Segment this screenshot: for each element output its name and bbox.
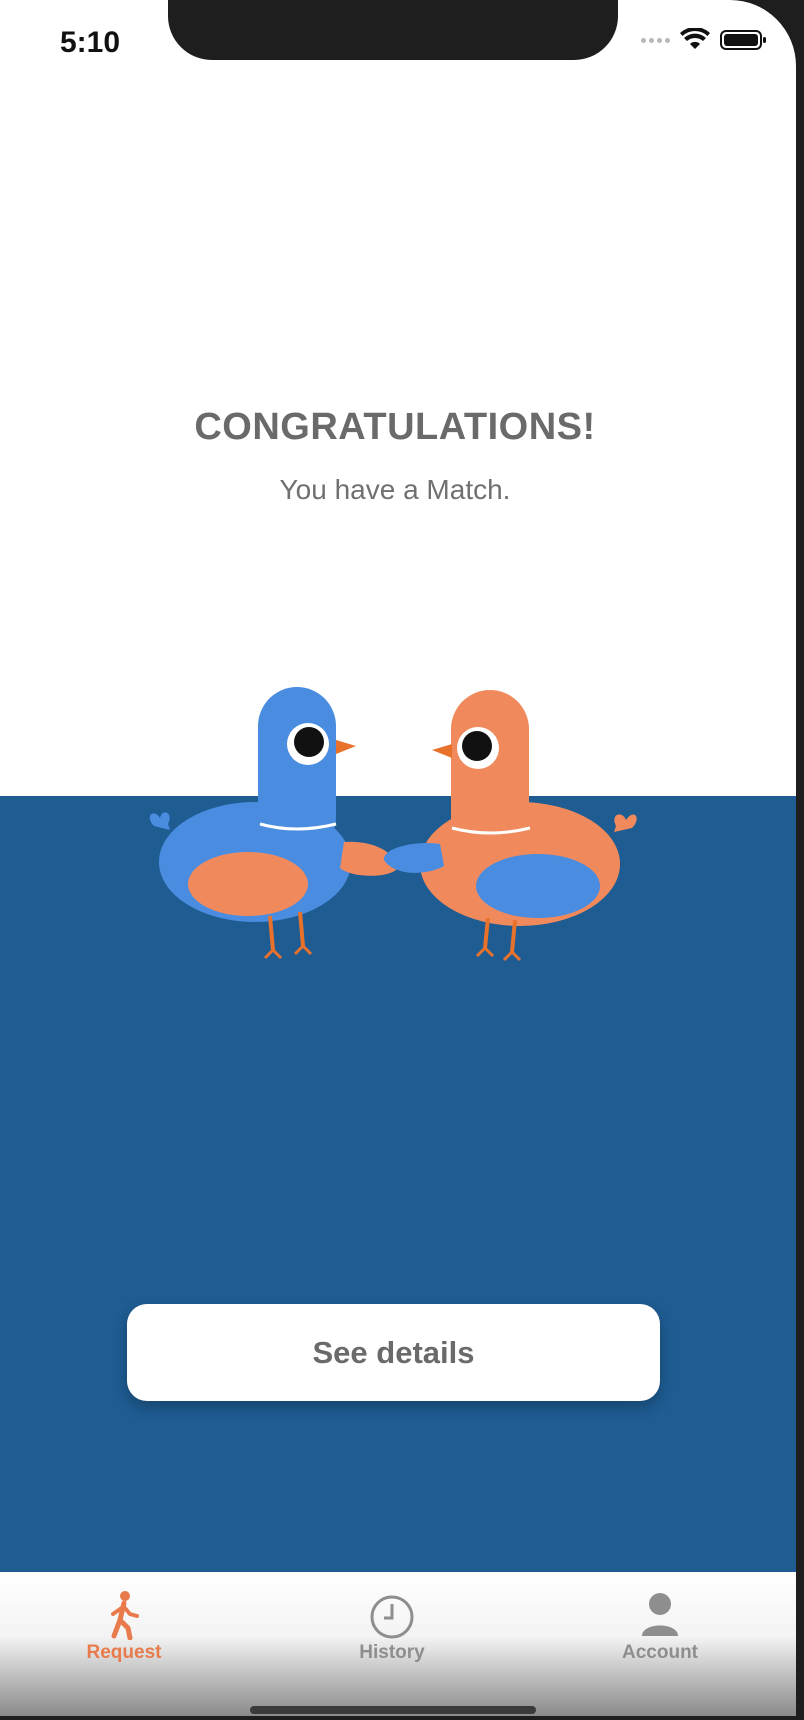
clock-icon [370, 1595, 414, 1639]
status-time: 5:10 [60, 26, 121, 59]
see-details-button[interactable]: See details [127, 1304, 660, 1401]
home-indicator[interactable] [250, 1706, 536, 1714]
tab-history-label: History [359, 1642, 425, 1663]
battery-icon [720, 30, 766, 50]
tab-account[interactable]: Account [580, 1590, 740, 1664]
phone-screen: 5:10 CONGRATULATIONS! You have a Match. [0, 0, 796, 1716]
tab-request-label: Request [86, 1642, 162, 1663]
two-pigeons-illustration [149, 687, 637, 962]
walking-person-icon [111, 1591, 139, 1640]
device-notch [168, 0, 618, 60]
status-indicators [641, 28, 768, 52]
blue-pigeon [149, 687, 397, 960]
tab-request[interactable]: Request [44, 1590, 204, 1664]
tab-account-label: Account [622, 1642, 698, 1663]
orange-pigeon [383, 690, 637, 962]
wifi-icon [680, 28, 710, 49]
signal-icon [641, 37, 670, 43]
person-icon [642, 1593, 678, 1636]
match-subheading: You have a Match. [279, 474, 511, 505]
tab-history[interactable]: History [312, 1590, 472, 1664]
congratulations-heading: CONGRATULATIONS! [194, 406, 596, 448]
tab-bar: Request History Account [0, 1572, 796, 1716]
